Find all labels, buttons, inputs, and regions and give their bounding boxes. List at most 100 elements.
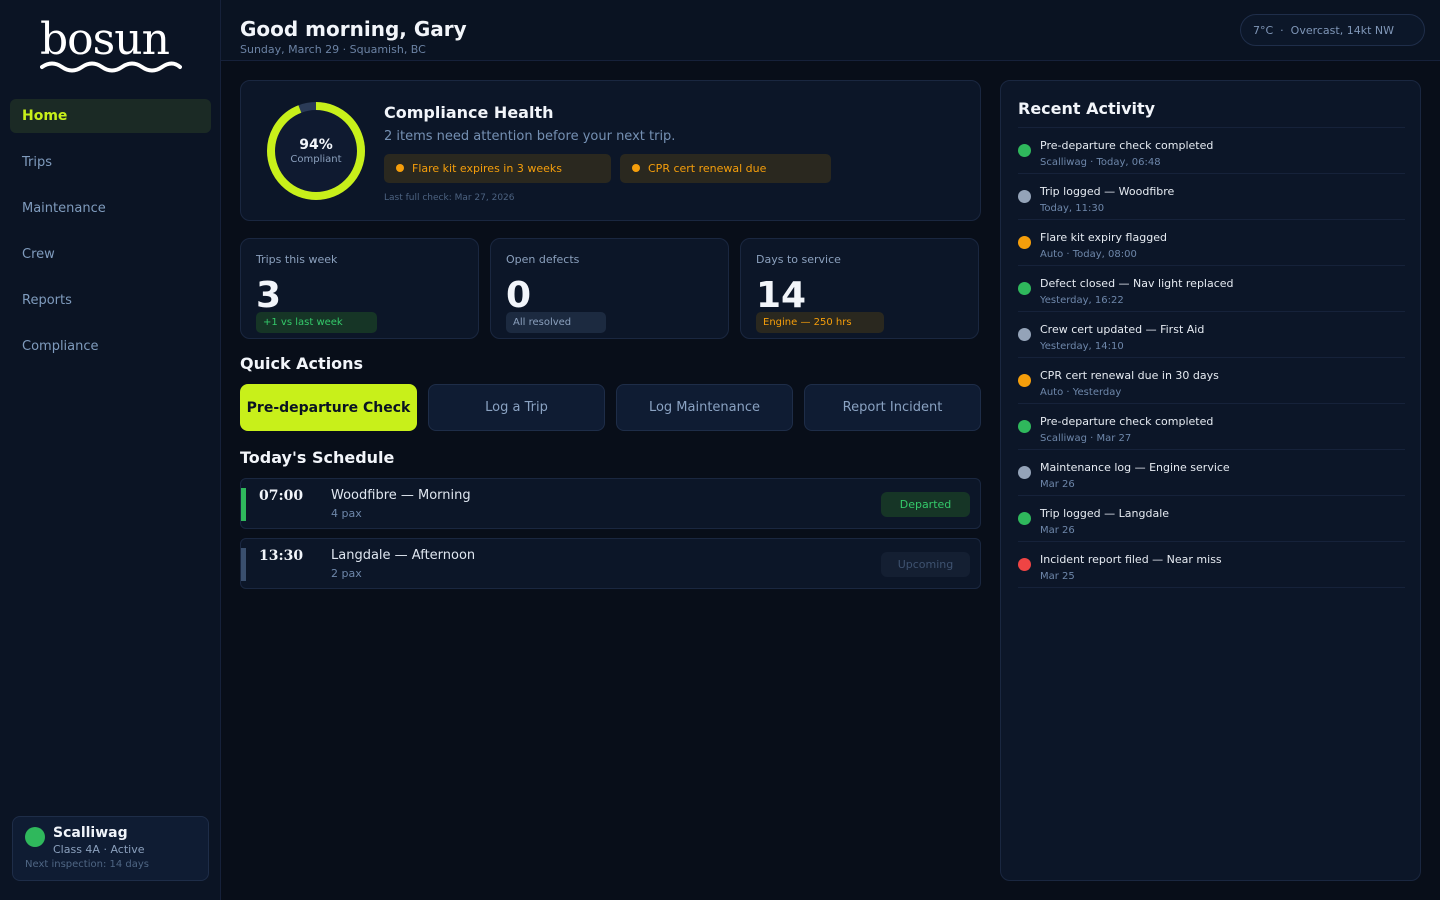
header: Good morning, Gary Sunday, March 29 · Sq… [221, 0, 1440, 61]
last-check: Last full check: Mar 27, 2026 [384, 193, 515, 203]
list-item[interactable]: Pre-departure check completed Scalliwag ·… [1018, 128, 1405, 174]
schedule-status-bar [241, 548, 246, 581]
sidebar-item-trips[interactable]: Trips [10, 145, 211, 179]
status-badge: Departed [881, 492, 970, 517]
stat-label: Trips this week [256, 253, 338, 266]
bosun-logo[interactable]: bosun [40, 16, 182, 76]
log-maintenance-button[interactable]: Log Maintenance [616, 384, 793, 431]
warning-dot-icon [632, 163, 640, 172]
sidebar-item-label: Maintenance [22, 200, 106, 216]
sidebar-item-label: Home [22, 108, 68, 124]
list-item[interactable]: Flare kit expiry flagged Auto · Today, 08… [1018, 220, 1405, 266]
stat-badge: +1 vs last week [256, 312, 377, 333]
activity-status-dot-icon [1018, 236, 1031, 249]
app: bosun Home Trips Maintenance Crew Report… [0, 0, 1440, 900]
sidebar: bosun Home Trips Maintenance Crew Report… [0, 0, 221, 900]
sidebar-item-home[interactable]: Home [10, 99, 211, 133]
schedule-pax: 2 pax [331, 567, 362, 580]
weather-badge[interactable]: 7°C · Overcast, 14kt NW [1240, 14, 1425, 46]
sidebar-nav: Home Trips Maintenance Crew Reports Comp… [10, 99, 211, 375]
vessel-status-icon [25, 827, 45, 847]
activity-text: Incident report filed — Near miss [1040, 553, 1222, 566]
stat-label: Days to service [756, 253, 841, 266]
compliance-percent: 94% [299, 137, 333, 153]
recent-activity-panel: Recent Activity Pre-departure check comp… [1000, 80, 1421, 881]
schedule-pax: 4 pax [331, 507, 362, 520]
activity-text: Trip logged — Langdale [1040, 507, 1170, 520]
schedule-time: 13:30 [259, 548, 304, 564]
quick-actions-title: Quick Actions [240, 354, 364, 373]
vessel-name: Scalliwag [53, 825, 128, 841]
activity-text: Crew cert updated — First Aid [1040, 323, 1205, 336]
stat-card-service[interactable]: Days to service 14 Engine — 250 hrs [740, 238, 979, 339]
activity-status-dot-icon [1018, 328, 1031, 341]
page-title: Good morning, Gary [240, 17, 467, 41]
activity-text: Pre-departure check completed [1040, 415, 1214, 428]
activity-status-dot-icon [1018, 374, 1031, 387]
vessel-next-inspection: Next inspection: 14 days [25, 859, 150, 870]
stat-card-defects[interactable]: Open defects 0 All resolved [490, 238, 729, 339]
list-item[interactable]: Trip logged — Woodfibre Today, 11:30 [1018, 174, 1405, 220]
activity-meta: Auto · Today, 08:00 [1040, 249, 1137, 260]
alert-text: Flare kit expires in 3 weeks [412, 162, 562, 175]
vessel-class-status: Class 4A · Active [53, 843, 145, 856]
activity-meta: Scalliwag · Mar 27 [1040, 433, 1132, 444]
stat-value: 0 [506, 275, 532, 316]
stat-value: 3 [256, 275, 282, 316]
status-badge: Upcoming [881, 552, 970, 577]
activity-meta: Mar 25 [1040, 571, 1075, 582]
wave-logo-icon [40, 61, 182, 73]
activity-meta: Today, 11:30 [1040, 203, 1105, 214]
activity-status-dot-icon [1018, 466, 1031, 479]
schedule-route: Langdale — Afternoon [331, 548, 476, 563]
list-item[interactable]: Incident report filed — Near miss Mar 25 [1018, 542, 1405, 588]
activity-status-dot-icon [1018, 558, 1031, 571]
schedule-route: Woodfibre — Morning [331, 488, 471, 503]
list-item[interactable]: Trip logged — Langdale Mar 26 [1018, 496, 1405, 542]
activity-text: Defect closed — Nav light replaced [1040, 277, 1234, 290]
schedule-row[interactable]: 13:30 Langdale — Afternoon 2 pax Upcomin… [240, 538, 981, 589]
activity-text: Maintenance log — Engine service [1040, 461, 1230, 474]
list-item[interactable]: Crew cert updated — First Aid Yesterday, … [1018, 312, 1405, 358]
sidebar-item-maintenance[interactable]: Maintenance [10, 191, 211, 225]
list-item[interactable]: Pre-departure check completed Scalliwag ·… [1018, 404, 1405, 450]
sidebar-item-crew[interactable]: Crew [10, 237, 211, 271]
activity-text: CPR cert renewal due in 30 days [1040, 369, 1219, 382]
alert-pill-cpr-cert[interactable]: CPR cert renewal due [620, 154, 831, 183]
stat-card-trips[interactable]: Trips this week 3 +1 vs last week [240, 238, 479, 339]
schedule-status-bar [241, 488, 246, 521]
schedule-row[interactable]: 07:00 Woodfibre — Morning 4 pax Departed [240, 478, 981, 529]
schedule-time: 07:00 [259, 488, 304, 504]
activity-status-dot-icon [1018, 420, 1031, 433]
alert-pill-flare-kit[interactable]: Flare kit expires in 3 weeks [384, 154, 611, 183]
logo-text: bosun [40, 14, 170, 65]
activity-status-dot-icon [1018, 190, 1031, 203]
date-location: Sunday, March 29 · Squamish, BC [240, 43, 426, 56]
activity-meta: Yesterday, 14:10 [1040, 341, 1124, 352]
list-item[interactable]: Maintenance log — Engine service Mar 26 [1018, 450, 1405, 496]
vessel-card[interactable]: Scalliwag Class 4A · Active Next inspect… [12, 816, 209, 881]
activity-meta: Yesterday, 16:22 [1040, 295, 1124, 306]
pre-departure-check-button[interactable]: Pre-departure Check [240, 384, 417, 431]
stat-label: Open defects [506, 253, 580, 266]
list-item[interactable]: Defect closed — Nav light replaced Yester… [1018, 266, 1405, 312]
sidebar-item-label: Compliance [22, 338, 99, 354]
sidebar-item-label: Crew [22, 246, 55, 262]
log-trip-button[interactable]: Log a Trip [428, 384, 605, 431]
list-item[interactable]: CPR cert renewal due in 30 days Auto · Ye… [1018, 358, 1405, 404]
stat-badge: All resolved [506, 312, 606, 333]
activity-meta: Scalliwag · Today, 06:48 [1040, 157, 1161, 168]
weather-text: 7°C · Overcast, 14kt NW [1253, 23, 1394, 37]
stat-badge: Engine — 250 hrs [756, 312, 884, 333]
warning-dot-icon [396, 163, 404, 172]
activity-text: Trip logged — Woodfibre [1040, 185, 1175, 198]
stat-value: 14 [756, 275, 807, 316]
activity-status-dot-icon [1018, 512, 1031, 525]
report-incident-button[interactable]: Report Incident [804, 384, 981, 431]
sidebar-item-reports[interactable]: Reports [10, 283, 211, 317]
activity-list: Pre-departure check completed Scalliwag ·… [1018, 127, 1405, 588]
sidebar-item-compliance[interactable]: Compliance [10, 329, 211, 363]
activity-text: Pre-departure check completed [1040, 139, 1214, 152]
sidebar-item-label: Reports [22, 292, 72, 308]
activity-text: Flare kit expiry flagged [1040, 231, 1167, 244]
